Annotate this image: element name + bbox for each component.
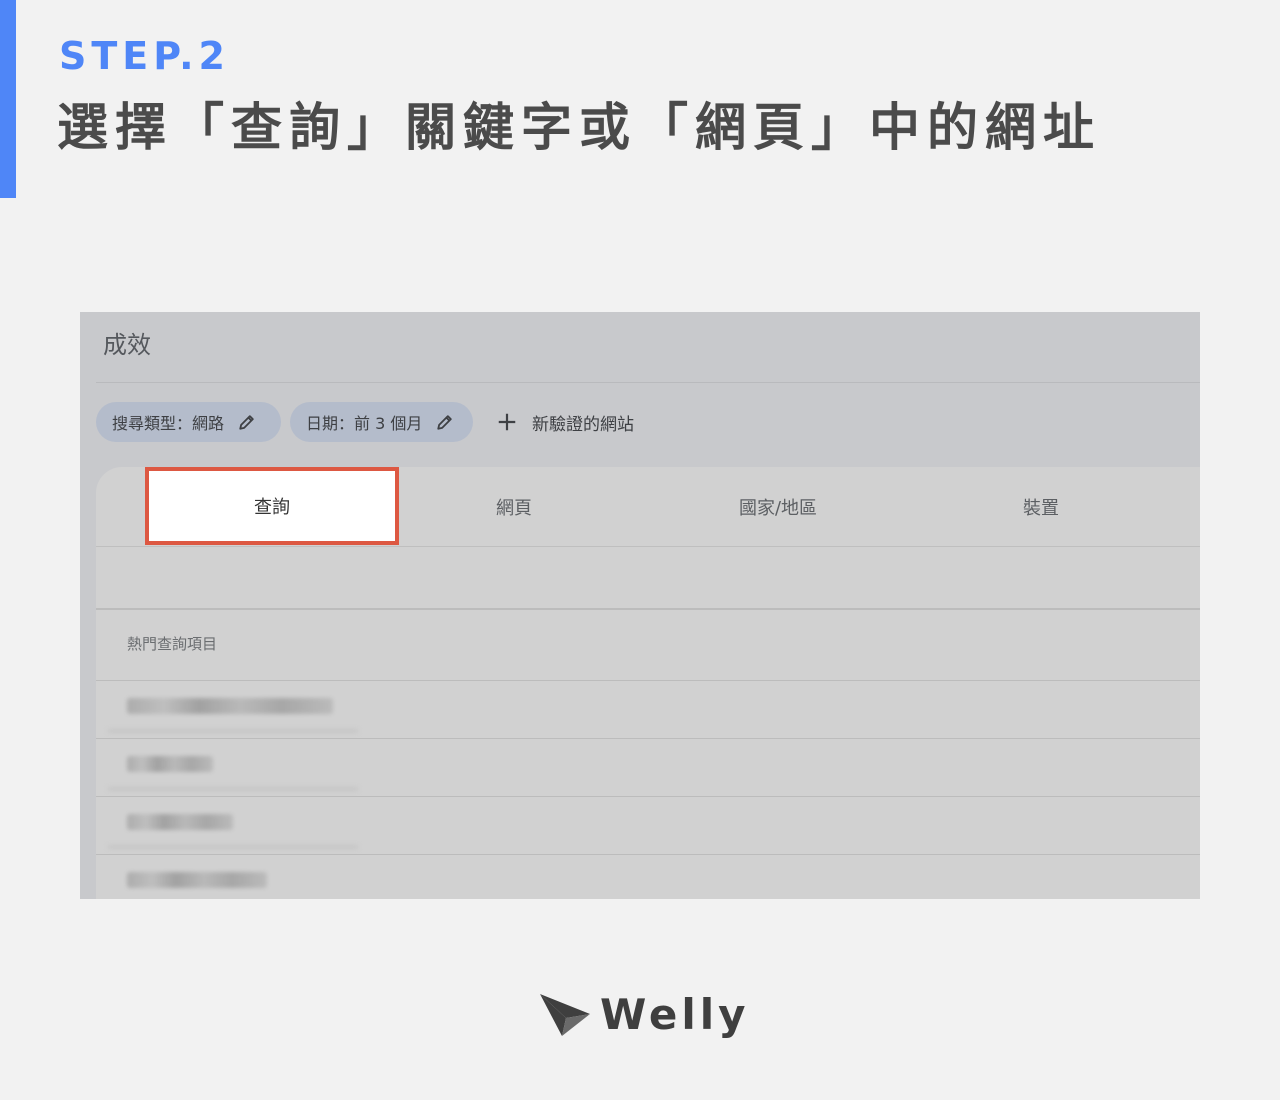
pencil-icon [239,415,254,430]
row-divider [96,796,1200,797]
brand-logo: Welly [538,990,750,1040]
row-shadow [108,845,358,849]
row-shadow [108,729,358,733]
panel-divider [96,382,1200,383]
table-toolbar [96,547,1200,610]
blurred-query[interactable] [127,756,213,772]
brand-name: Welly [600,990,750,1039]
add-filter-label: 新驗證的網站 [532,414,634,435]
headline: 選擇「查詢」關鍵字或「網頁」中的網址 [57,99,1102,158]
search-type-chip[interactable]: 搜尋類型：網路 [96,402,281,442]
report-content: 查詢 網頁 國家/地區 裝置 熱門查詢項目 [96,467,1200,899]
step-label: STEP.2 [59,34,230,78]
paper-plane-icon [540,994,590,1036]
row-divider [96,854,1200,855]
blurred-query[interactable] [127,814,233,830]
blurred-query[interactable] [127,698,333,714]
row-divider [96,738,1200,739]
row-divider [96,680,1200,681]
tab-devices[interactable]: 裝置 [921,467,1161,546]
tab-pages[interactable]: 網頁 [394,467,634,546]
accent-bar [0,0,16,198]
tab-queries[interactable]: 查詢 [145,467,399,545]
tab-countries[interactable]: 國家/地區 [658,467,898,546]
chip-label: 搜尋類型：網路 [112,414,225,433]
tab-row: 查詢 網頁 國家/地區 裝置 [96,467,1200,547]
table-header: 熱門查詢項目 [127,635,218,653]
screenshot-panel: 成效 搜尋類型：網路 日期：前 3 個月 新驗證的網站 查詢 網頁 國家/地區 … [80,312,1200,899]
panel-title: 成效 [103,331,151,359]
blurred-query[interactable] [127,872,267,888]
date-range-chip[interactable]: 日期：前 3 個月 [290,402,473,442]
row-shadow [108,787,358,791]
plus-icon [498,413,516,431]
chip-label: 日期：前 3 個月 [306,414,423,433]
add-filter-button[interactable]: 新驗證的網站 [496,402,634,442]
pencil-icon [437,415,453,430]
